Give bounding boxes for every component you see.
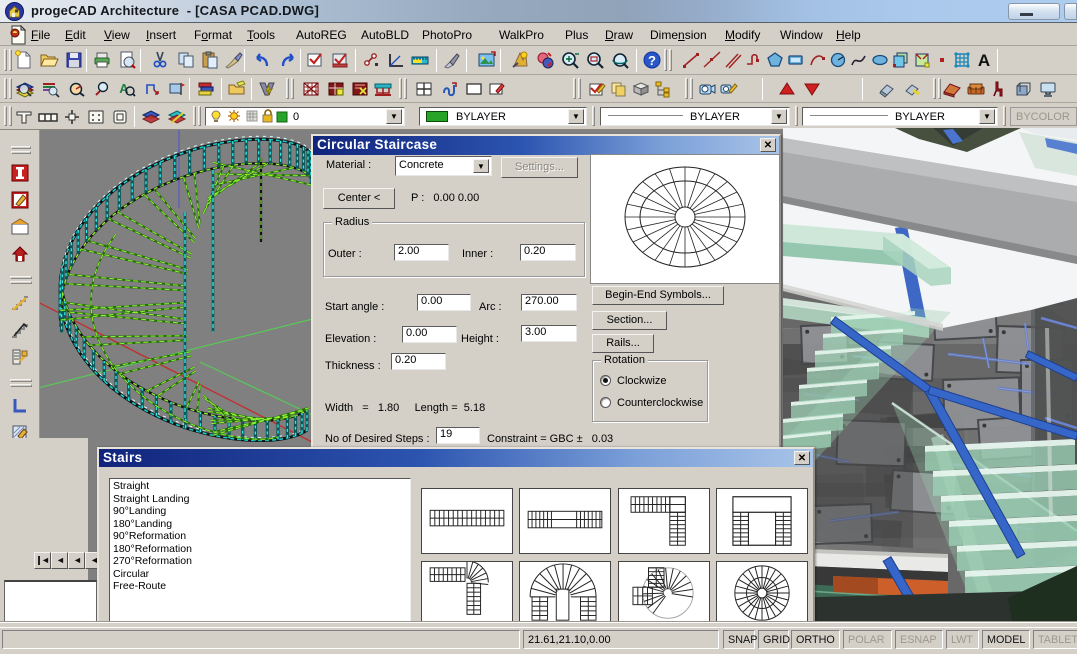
svg-text:?: ?: [648, 53, 656, 68]
svg-text:A: A: [978, 51, 990, 70]
